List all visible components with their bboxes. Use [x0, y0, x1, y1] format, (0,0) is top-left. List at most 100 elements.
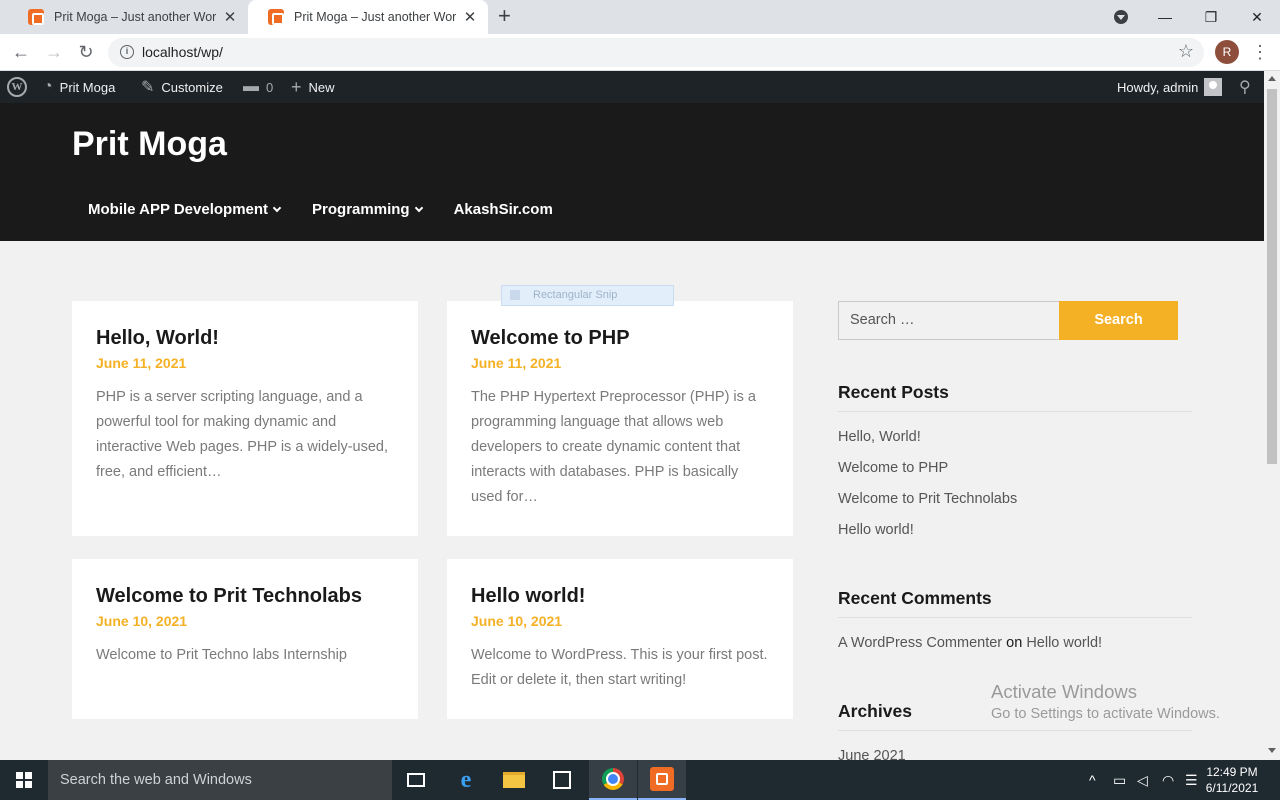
- url-text[interactable]: localhost/wp/: [142, 44, 223, 60]
- tab-search-icon[interactable]: [1114, 10, 1128, 24]
- admin-site-name: Prit Moga: [59, 79, 116, 95]
- profile-avatar[interactable]: R: [1215, 40, 1239, 64]
- dashboard-gauge-icon: ◔: [43, 78, 53, 95]
- post-title[interactable]: Hello world!: [471, 583, 769, 609]
- post-date[interactable]: June 10, 2021: [96, 613, 394, 629]
- notifications-icon[interactable]: ☰: [1185, 760, 1198, 800]
- menu-item-label: AkashSir.com: [453, 201, 553, 218]
- tab-title: Prit Moga – Just another WordPress site: [294, 10, 456, 24]
- recent-post-link[interactable]: Hello world!: [838, 522, 914, 538]
- site-info-icon[interactable]: i: [120, 45, 134, 59]
- admin-comments-link[interactable]: ▬ 0: [243, 71, 273, 103]
- customize-label: Customize: [161, 79, 223, 95]
- main-content: Hello, World! June 11, 2021 PHP is a ser…: [0, 241, 1264, 760]
- post-date[interactable]: June 10, 2021: [471, 613, 769, 629]
- taskbar-search-input[interactable]: Search the web and Windows: [48, 760, 392, 800]
- edge-browser-icon[interactable]: e: [442, 760, 490, 800]
- browser-tab-active[interactable]: Prit Moga – Just another WordPress site …: [248, 0, 488, 34]
- volume-icon[interactable]: ◁: [1137, 760, 1148, 800]
- chevron-down-icon: [272, 203, 282, 212]
- comment-post-link[interactable]: Hello world!: [1026, 635, 1102, 651]
- activate-windows-title: Activate Windows: [991, 681, 1137, 702]
- recent-comment: A WordPress Commenter on Hello world!: [838, 635, 1102, 651]
- post-excerpt: Welcome to Prit Techno labs Internship: [96, 647, 347, 663]
- close-tab-icon[interactable]: ✕: [222, 8, 238, 26]
- tray-chevron-up-icon[interactable]: ^: [1089, 760, 1096, 800]
- comments-count: 0: [266, 79, 274, 95]
- page-scrollbar[interactable]: [1264, 71, 1280, 760]
- browser-tab[interactable]: Prit Moga – Just another WordPress site …: [8, 0, 248, 34]
- taskbar-clock[interactable]: 12:49 PM 6/11/2021: [1200, 764, 1264, 796]
- post-title[interactable]: Welcome to Prit Technolabs: [96, 583, 394, 609]
- scroll-up-icon[interactable]: [1268, 76, 1276, 81]
- menu-item-programming[interactable]: Programming: [312, 201, 423, 218]
- start-button[interactable]: [0, 760, 48, 800]
- post-date[interactable]: June 11, 2021: [471, 355, 769, 371]
- site-header: Prit Moga Mobile APP Development Program…: [0, 103, 1264, 241]
- restore-icon[interactable]: ❐: [1188, 0, 1234, 34]
- comment-on-text: on: [1006, 635, 1023, 651]
- menu-item-label: Programming: [312, 201, 410, 218]
- archive-link[interactable]: June 2021: [838, 748, 906, 760]
- admin-search-icon[interactable]: ⚲: [1239, 71, 1251, 103]
- admin-customize-link[interactable]: ✎ Customize: [141, 71, 223, 103]
- snip-overlay-label: Rectangular Snip: [501, 285, 674, 306]
- windows-taskbar: Search the web and Windows e ^ ▭ ◁ ◠ ☰ 1…: [0, 760, 1280, 800]
- new-label: New: [308, 79, 335, 95]
- sidebar-search-input[interactable]: Search …: [838, 301, 1060, 340]
- admin-account-menu[interactable]: Howdy, admin: [1117, 71, 1223, 103]
- scroll-thumb[interactable]: [1267, 89, 1277, 464]
- post-date[interactable]: June 11, 2021: [96, 355, 394, 371]
- admin-site-link[interactable]: ◔ Prit Moga: [43, 71, 115, 103]
- address-bar[interactable]: i localhost/wp/ ☆: [108, 38, 1204, 67]
- menu-item-mobile-app-development[interactable]: Mobile APP Development: [88, 201, 282, 218]
- chrome-taskbar-icon[interactable]: [589, 760, 637, 800]
- clock-date: 6/11/2021: [1205, 781, 1259, 795]
- back-icon[interactable]: ←: [10, 41, 32, 63]
- comment-author-link[interactable]: A WordPress Commenter: [838, 635, 1002, 651]
- close-tab-icon[interactable]: ✕: [462, 8, 478, 26]
- post-title[interactable]: Hello, World!: [96, 325, 394, 351]
- post-card: Welcome to PHP June 11, 2021 The PHP Hyp…: [447, 301, 793, 536]
- plus-icon: +: [291, 76, 302, 97]
- menu-item-akashsir[interactable]: AkashSir.com: [454, 201, 553, 218]
- clock-time: 12:49 PM: [1206, 765, 1258, 779]
- post-excerpt: The PHP Hypertext Preprocessor (PHP) is …: [471, 389, 756, 505]
- widget-divider: [838, 411, 1192, 412]
- menu-item-label: Mobile APP Development: [88, 201, 269, 218]
- reload-icon[interactable]: ↻: [75, 41, 97, 63]
- minimize-icon[interactable]: —: [1142, 0, 1188, 34]
- wp-admin-bar: W ◔ Prit Moga ✎ Customize ▬ 0 + New Howd…: [0, 71, 1264, 103]
- sidebar-search-button[interactable]: Search: [1059, 301, 1178, 340]
- xampp-taskbar-icon[interactable]: [638, 760, 686, 800]
- battery-icon[interactable]: ▭: [1113, 760, 1126, 800]
- widget-divider: [838, 617, 1192, 618]
- file-explorer-icon[interactable]: [490, 760, 538, 800]
- post-excerpt: Welcome to WordPress. This is your first…: [471, 647, 768, 688]
- windows-logo-icon: [16, 772, 32, 788]
- store-icon[interactable]: [538, 760, 586, 800]
- recent-posts-title: Recent Posts: [838, 382, 949, 402]
- recent-post-link[interactable]: Welcome to PHP: [838, 460, 948, 476]
- post-card: Hello world! June 10, 2021 Welcome to Wo…: [447, 559, 793, 719]
- scroll-down-icon[interactable]: [1268, 748, 1276, 753]
- user-avatar-icon: [1204, 78, 1223, 96]
- wifi-icon[interactable]: ◠: [1162, 760, 1174, 800]
- recent-post-link[interactable]: Welcome to Prit Technolabs: [838, 491, 1017, 507]
- post-card: Welcome to Prit Technolabs June 10, 2021…: [72, 559, 418, 719]
- wordpress-logo-icon[interactable]: W: [7, 71, 27, 103]
- site-title[interactable]: Prit Moga: [72, 125, 227, 164]
- task-view-icon[interactable]: [392, 760, 440, 800]
- forward-icon[interactable]: →: [43, 41, 65, 63]
- bookmark-star-icon[interactable]: ☆: [1178, 41, 1194, 62]
- window-close-icon[interactable]: ✕: [1234, 0, 1280, 34]
- post-title[interactable]: Welcome to PHP: [471, 325, 769, 351]
- new-tab-icon[interactable]: +: [498, 5, 511, 27]
- xampp-favicon-icon: [28, 9, 44, 25]
- recent-post-link[interactable]: Hello, World!: [838, 429, 921, 445]
- howdy-label: Howdy, admin: [1117, 79, 1199, 95]
- admin-new-link[interactable]: + New: [291, 71, 335, 103]
- chevron-down-icon: [414, 203, 423, 212]
- browser-toolbar: ← → ↻ i localhost/wp/ ☆ R ⋮: [0, 34, 1280, 71]
- browser-menu-icon[interactable]: ⋮: [1251, 41, 1269, 63]
